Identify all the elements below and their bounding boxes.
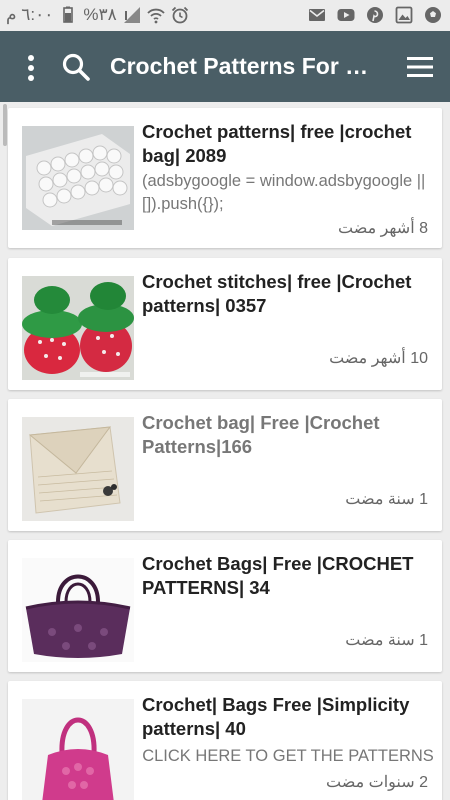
post-title[interactable]: Crochet| Bags Free |Simplicity patterns|… xyxy=(142,693,432,741)
post-title[interactable]: Crochet bag| Free |Crochet Patterns|166 xyxy=(142,411,432,459)
post-time: 1 سنة مضت xyxy=(345,632,428,649)
page-title: Crochet Patterns For Bags xyxy=(110,53,380,79)
post-title[interactable]: Crochet patterns| free |crochet bag| 208… xyxy=(142,120,432,168)
battery-icon xyxy=(63,6,74,23)
email-icon xyxy=(309,9,325,21)
pinterest-icon xyxy=(367,7,383,23)
pink-crochet-shoulder-bag-image xyxy=(22,699,134,800)
purple-crochet-handbag-image xyxy=(22,558,134,662)
post-card[interactable]: Crochet Bags| Free |CROCHET PATTERNS| 34… xyxy=(8,540,442,672)
alarm-icon xyxy=(171,6,188,24)
cream-lace-envelope-bag-image xyxy=(22,417,134,521)
signal-icon xyxy=(123,7,140,23)
post-time: 1 سنة مضت xyxy=(345,491,428,508)
strawberry-crochet-bags-image xyxy=(22,276,134,380)
post-time: 8 أشهر مضت xyxy=(337,220,428,237)
image-icon xyxy=(395,6,413,24)
post-description[interactable]: CLICK HERE TO GET THE PATTERNS xyxy=(142,745,434,768)
hamburger-menu-icon[interactable] xyxy=(405,54,435,80)
post-list[interactable]: Crochet patterns| free |crochet bag| 208… xyxy=(0,102,450,800)
post-description: (adsbygoogle = window.adsbygoogle || [])… xyxy=(142,172,426,213)
post-time: 2 سنوات مضت xyxy=(326,774,428,791)
youtube-icon xyxy=(337,9,355,21)
white-crochet-clutch-image xyxy=(22,126,134,230)
post-title[interactable]: Crochet Bags| Free |CROCHET PATTERNS| 34 xyxy=(142,552,432,600)
status-bar: ٦:٠٠ م %٣٨ xyxy=(0,0,450,31)
post-card[interactable]: Crochet| Bags Free |Simplicity patterns|… xyxy=(8,681,442,800)
clock: ٦:٠٠ م xyxy=(6,5,54,24)
post-card[interactable]: Crochet bag| Free |Crochet Patterns|166 … xyxy=(8,399,442,531)
post-title[interactable]: Crochet stitches| free |Crochet patterns… xyxy=(142,270,432,318)
post-card[interactable]: Crochet patterns| free |crochet bag| 208… xyxy=(8,108,442,248)
status-bar-left: ٦:٠٠ م %٣٨ xyxy=(6,5,189,25)
app-bar: Crochet Patterns For Bags xyxy=(0,31,450,102)
search-icon[interactable] xyxy=(60,51,92,83)
battery-percent: %٣٨ xyxy=(83,5,117,24)
more-vertical-icon[interactable] xyxy=(20,53,42,83)
wifi-icon xyxy=(147,8,165,24)
soccer-ball-icon xyxy=(425,7,441,23)
post-time: 10 أشهر مضت xyxy=(329,350,428,367)
post-card[interactable]: Crochet stitches| free |Crochet patterns… xyxy=(8,258,442,390)
scrollbar-thumb[interactable] xyxy=(3,104,7,146)
status-bar-right xyxy=(308,6,442,24)
